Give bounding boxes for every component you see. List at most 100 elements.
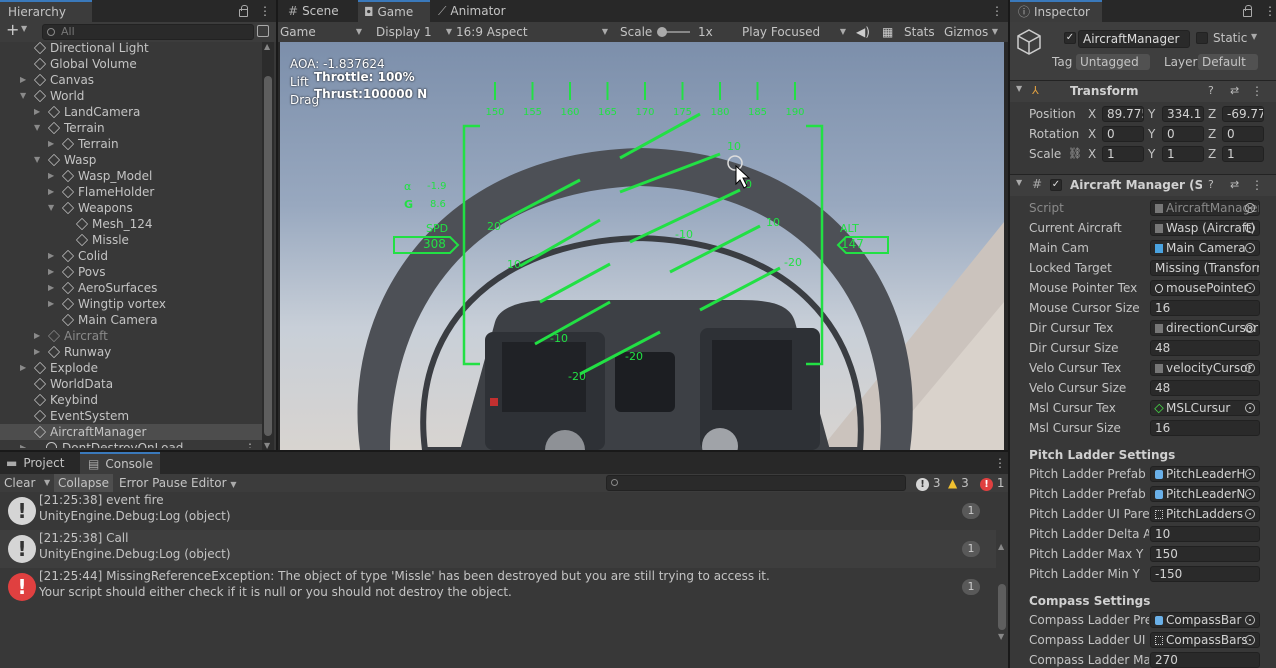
tag-dropdown[interactable]: Untagged bbox=[1076, 54, 1150, 70]
tab-hierarchy[interactable]: Hierarchy bbox=[0, 0, 92, 22]
property-field[interactable]: 16 bbox=[1150, 420, 1260, 436]
property-field[interactable]: CompassBars bbox=[1150, 632, 1260, 648]
transform-scale-z-input[interactable]: 1 bbox=[1222, 146, 1264, 162]
warning-filter-button[interactable]: ▲ 3 bbox=[944, 474, 973, 492]
hierarchy-item[interactable]: ▼ Weapons bbox=[0, 200, 262, 216]
transform-position-z-input[interactable]: -69.77 bbox=[1222, 106, 1264, 122]
hierarchy-scrollbar[interactable]: ▲ ▼ bbox=[262, 42, 274, 450]
hierarchy-item[interactable]: Directional Light bbox=[0, 40, 262, 56]
gizmos-dropdown[interactable]: Gizmos ▼ bbox=[942, 22, 1000, 42]
scale-slider-handle[interactable] bbox=[657, 27, 667, 37]
collapsed-arrow-icon[interactable]: ▶ bbox=[34, 344, 44, 360]
stats-button[interactable]: Stats bbox=[902, 22, 936, 42]
hierarchy-item[interactable]: ▶ Terrain bbox=[0, 136, 262, 152]
game-viewport[interactable]: 150 155 160 165 170 175 180 185 190 10 20 -10 10 -20… bbox=[280, 42, 1004, 450]
collapsed-arrow-icon[interactable]: ▶ bbox=[48, 248, 58, 264]
log-filter-button[interactable]: ! 3 bbox=[912, 474, 944, 492]
console-message[interactable]: ! [21:25:38] Call UnityEngine.Debug:Log (o… bbox=[0, 530, 996, 568]
hierarchy-item[interactable]: ▼ Wasp bbox=[0, 152, 262, 168]
hierarchy-item[interactable]: EventSystem bbox=[0, 408, 262, 424]
foldout-arrow-icon[interactable]: ▼ bbox=[1016, 84, 1022, 93]
error-filter-button[interactable]: ! 1 bbox=[976, 474, 1008, 492]
lock-icon[interactable] bbox=[239, 5, 248, 17]
tab-project[interactable]: ▬ Project bbox=[0, 452, 80, 474]
help-icon[interactable]: ? bbox=[1208, 84, 1214, 97]
static-checkbox[interactable] bbox=[1196, 32, 1208, 44]
object-picker-icon[interactable] bbox=[1245, 283, 1255, 293]
hierarchy-item[interactable]: ▶ Colid bbox=[0, 248, 262, 264]
object-picker-icon[interactable] bbox=[1245, 243, 1255, 253]
foldout-arrow-icon[interactable]: ▼ bbox=[1016, 178, 1022, 187]
expanded-arrow-icon[interactable]: ▼ bbox=[34, 120, 44, 136]
console-search-input[interactable] bbox=[606, 475, 906, 491]
property-field[interactable]: directionCursor bbox=[1150, 320, 1260, 336]
object-picker-icon[interactable] bbox=[1245, 323, 1255, 333]
object-name-input[interactable]: AircraftManager bbox=[1078, 30, 1190, 48]
object-picker-icon[interactable] bbox=[1245, 509, 1255, 519]
property-field[interactable]: PitchLeaderH bbox=[1150, 466, 1260, 482]
link-icon[interactable]: ⛓ bbox=[1068, 144, 1082, 164]
property-field[interactable]: 150 bbox=[1150, 546, 1260, 562]
property-field[interactable]: -150 bbox=[1150, 566, 1260, 582]
game-mode-dropdown[interactable]: Game ▼ bbox=[278, 22, 364, 42]
property-field[interactable]: 10 bbox=[1150, 526, 1260, 542]
script-header[interactable]: ▼ # ✓ Aircraft Manager (Script) ? ⇄ ⋮ bbox=[1010, 174, 1276, 196]
audio-icon[interactable]: ◀) bbox=[854, 22, 870, 42]
hierarchy-item[interactable]: ▶ AeroSurfaces bbox=[0, 280, 262, 296]
property-field[interactable]: 16 bbox=[1150, 300, 1260, 316]
lock-icon[interactable] bbox=[1243, 5, 1252, 17]
transform-header[interactable]: ▼ ⅄ Transform ? ⇄ ⋮ bbox=[1010, 80, 1276, 102]
hierarchy-item[interactable]: ▶ Canvas bbox=[0, 72, 262, 88]
transform-position-y-input[interactable]: 334.1 bbox=[1162, 106, 1204, 122]
property-field[interactable]: 48 bbox=[1150, 380, 1260, 396]
transform-scale-x-input[interactable]: 1 bbox=[1102, 146, 1144, 162]
hierarchy-item[interactable]: ▶ Wingtip vortex bbox=[0, 296, 262, 312]
collapsed-arrow-icon[interactable]: ▶ bbox=[34, 328, 44, 344]
tab-scene[interactable]: # Scene bbox=[280, 0, 358, 22]
collapsed-arrow-icon[interactable]: ▶ bbox=[20, 72, 30, 88]
console-scrollbar[interactable]: ▲ ▼ bbox=[996, 492, 1008, 668]
hierarchy-item[interactable]: AircraftManager bbox=[0, 424, 262, 440]
hierarchy-item[interactable]: ▶ Explode bbox=[0, 360, 262, 376]
hierarchy-item[interactable]: ▶ Wasp_Model bbox=[0, 168, 262, 184]
object-picker-icon[interactable] bbox=[1245, 203, 1255, 213]
scrollbar-thumb[interactable] bbox=[264, 76, 272, 436]
kebab-menu-icon[interactable]: ⋮ bbox=[991, 0, 1003, 22]
collapsed-arrow-icon[interactable]: ▶ bbox=[48, 280, 58, 296]
collapsed-arrow-icon[interactable]: ▶ bbox=[48, 264, 58, 280]
transform-rotation-y-input[interactable]: 0 bbox=[1162, 126, 1204, 142]
hierarchy-item[interactable]: ▶ Povs bbox=[0, 264, 262, 280]
property-field[interactable]: mousePointer bbox=[1150, 280, 1260, 296]
property-field[interactable]: Wasp (Aircraft) bbox=[1150, 220, 1260, 236]
hierarchy-item[interactable]: ▶ DontDestroyOnLoad ⋮ bbox=[0, 440, 262, 448]
hierarchy-item[interactable]: ▼ World bbox=[0, 88, 262, 104]
hierarchy-item[interactable]: Keybind bbox=[0, 392, 262, 408]
object-picker-icon[interactable] bbox=[1245, 403, 1255, 413]
collapsed-arrow-icon[interactable]: ▶ bbox=[34, 104, 44, 120]
transform-position-x-input[interactable]: 89.775 bbox=[1102, 106, 1144, 122]
kebab-menu-icon[interactable]: ⋮ bbox=[1264, 0, 1276, 22]
property-field[interactable]: MSLCursur bbox=[1150, 400, 1260, 416]
error-pause-button[interactable]: Error Pause bbox=[115, 474, 191, 492]
collapsed-arrow-icon[interactable]: ▶ bbox=[48, 296, 58, 312]
scrollbar-thumb[interactable] bbox=[998, 584, 1006, 630]
expanded-arrow-icon[interactable]: ▼ bbox=[34, 152, 44, 168]
console-message[interactable]: ! [21:25:44] MissingReferenceException: T… bbox=[0, 568, 996, 606]
chevron-down-icon[interactable]: ▼ bbox=[21, 24, 27, 33]
aspect-dropdown[interactable]: 16:9 Aspect ▼ bbox=[454, 22, 610, 42]
help-icon[interactable]: ? bbox=[1208, 178, 1214, 191]
hierarchy-item[interactable]: ▶ FlameHolder bbox=[0, 184, 262, 200]
active-checkbox[interactable]: ✓ bbox=[1064, 32, 1076, 44]
kebab-menu-icon[interactable]: ⋮ bbox=[994, 452, 1006, 474]
collapsed-arrow-icon[interactable]: ▶ bbox=[20, 360, 30, 376]
collapsed-arrow-icon[interactable]: ▶ bbox=[48, 168, 58, 184]
preset-icon[interactable]: ⇄ bbox=[1230, 178, 1239, 191]
hierarchy-item[interactable]: ▶ Runway bbox=[0, 344, 262, 360]
component-enabled-checkbox[interactable]: ✓ bbox=[1050, 179, 1062, 191]
hierarchy-item[interactable]: ▶ LandCamera bbox=[0, 104, 262, 120]
collapsed-arrow-icon[interactable]: ▶ bbox=[20, 440, 30, 448]
kebab-menu-icon[interactable]: ⋮ bbox=[259, 0, 271, 22]
property-field[interactable]: CompassBar bbox=[1150, 612, 1260, 628]
property-field[interactable]: PitchLadders bbox=[1150, 506, 1260, 522]
transform-rotation-z-input[interactable]: 0 bbox=[1222, 126, 1264, 142]
